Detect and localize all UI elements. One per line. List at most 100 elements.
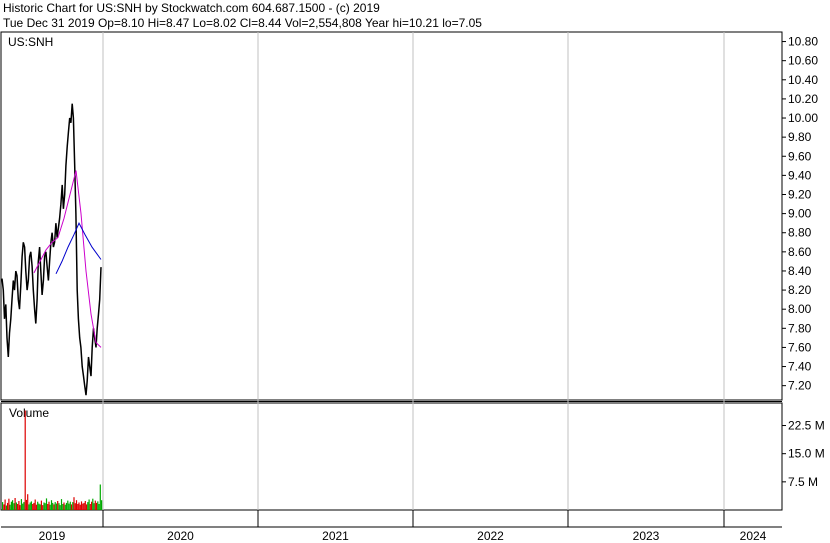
volume-bar: [55, 503, 58, 510]
volume-bar: [8, 498, 10, 510]
price-tick-label: 8.80: [788, 226, 812, 240]
volume-bar: [77, 504, 79, 510]
volume-bar: [17, 504, 19, 510]
volume-bar: [98, 504, 100, 510]
volume-bar: [59, 505, 61, 510]
volume-bar: [7, 502, 9, 510]
price-tick-label: 9.00: [788, 207, 812, 221]
volume-bar: [87, 502, 89, 510]
volume-bar: [45, 498, 48, 510]
year-label: 2024: [740, 529, 767, 543]
volume-bar: [96, 502, 98, 510]
price-panel-frame: [0, 31, 783, 401]
volume-bar: [99, 484, 101, 510]
volume-bar: [34, 499, 36, 510]
price-tick-label: 8.00: [788, 302, 812, 316]
volume-bar: [75, 500, 78, 510]
year-label: 2019: [39, 529, 66, 543]
volume-bar: [89, 504, 91, 510]
price-tick-label: 8.60: [788, 245, 812, 259]
price-tick-label: 7.20: [788, 379, 812, 393]
volume-bar: [86, 504, 88, 510]
moving-average-long-line: [55, 222, 102, 275]
volume-bar: [67, 500, 69, 510]
volume-bar: [18, 501, 20, 510]
volume-bar: [22, 503, 24, 510]
price-tick-label: 7.40: [788, 360, 812, 374]
volume-bar: [88, 499, 90, 510]
volume-bar: [13, 503, 15, 510]
volume-bar: [25, 499, 27, 510]
volume-bar: [20, 499, 22, 510]
volume-bar: [12, 500, 14, 510]
volume-bar: [64, 504, 66, 510]
volume-bar: [70, 504, 73, 510]
year-label: 2022: [477, 529, 504, 543]
volume-bar: [33, 502, 35, 510]
grid-lines: [102, 32, 725, 527]
volume-bar: [40, 500, 42, 510]
volume-bar: [65, 502, 68, 510]
volume-bar: [38, 503, 40, 510]
volume-bar: [93, 503, 95, 510]
volume-bar: [97, 501, 99, 510]
volume-bar: [101, 500, 103, 510]
volume-bar: [27, 494, 29, 510]
volume-bar: [5, 505, 7, 510]
price-tick-label: 10.80: [788, 35, 818, 49]
volume-bar: [63, 502, 65, 510]
x-axis: 2019 2020 2021 2022 2023 2024: [39, 529, 767, 543]
year-label: 2023: [633, 529, 660, 543]
volume-bar: [60, 499, 63, 510]
volume-bar: [94, 500, 96, 510]
price-tick-label: 10.20: [788, 92, 818, 106]
volume-bar: [84, 501, 86, 510]
volume-bar: [47, 504, 49, 510]
volume-label: Volume: [9, 406, 49, 420]
volume-bar: [24, 410, 26, 510]
volume-bar: [42, 505, 44, 510]
stock-chart: 10.80 10.60 10.40 10.20 10.00 9.80 9.60 9.40 9.2…: [0, 31, 825, 543]
price-tick-label: 7.80: [788, 321, 812, 335]
volume-bar: [10, 501, 12, 510]
price-tick-label: 7.60: [788, 340, 812, 354]
volume-bar: [92, 498, 94, 510]
volume-bar: [28, 504, 30, 510]
volume-bar: [52, 502, 54, 510]
price-series-line: [1, 103, 102, 396]
price-tick-label: 9.80: [788, 130, 812, 144]
volume-tick-label: 7.5 M: [788, 475, 818, 489]
volume-bars: [2, 410, 103, 510]
volume-bar: [43, 502, 45, 510]
volume-bar: [57, 501, 59, 510]
volume-tick-label: 22.5 M: [788, 419, 825, 433]
volume-bar: [73, 497, 75, 510]
volume-bar: [30, 501, 32, 510]
volume-bar: [9, 504, 11, 510]
volume-bar: [83, 502, 85, 510]
volume-bar: [2, 502, 4, 510]
volume-bar: [48, 501, 50, 510]
volume-bar: [54, 502, 56, 510]
volume-bar: [3, 504, 5, 510]
price-tick-label: 10.60: [788, 54, 818, 68]
volume-bar: [32, 504, 34, 510]
volume-bar: [4, 499, 6, 510]
price-tick-label: 9.40: [788, 168, 812, 182]
volume-axis: 22.5 M 15.0 M 7.5 M: [782, 419, 825, 489]
volume-tick-label: 15.0 M: [788, 447, 825, 461]
volume-bar: [78, 502, 80, 510]
volume-bar: [35, 504, 37, 510]
volume-bar: [19, 505, 21, 510]
volume-bar: [50, 500, 53, 510]
volume-bar: [72, 502, 74, 510]
volume-bar: [29, 502, 31, 510]
volume-bar: [14, 498, 16, 510]
volume-bar: [58, 503, 60, 510]
year-label: 2021: [322, 529, 349, 543]
volume-bar: [74, 503, 76, 510]
volume-bar: [39, 504, 41, 510]
price-tick-label: 10.00: [788, 111, 818, 125]
price-tick-label: 9.20: [788, 187, 812, 201]
year-label: 2020: [167, 529, 194, 543]
